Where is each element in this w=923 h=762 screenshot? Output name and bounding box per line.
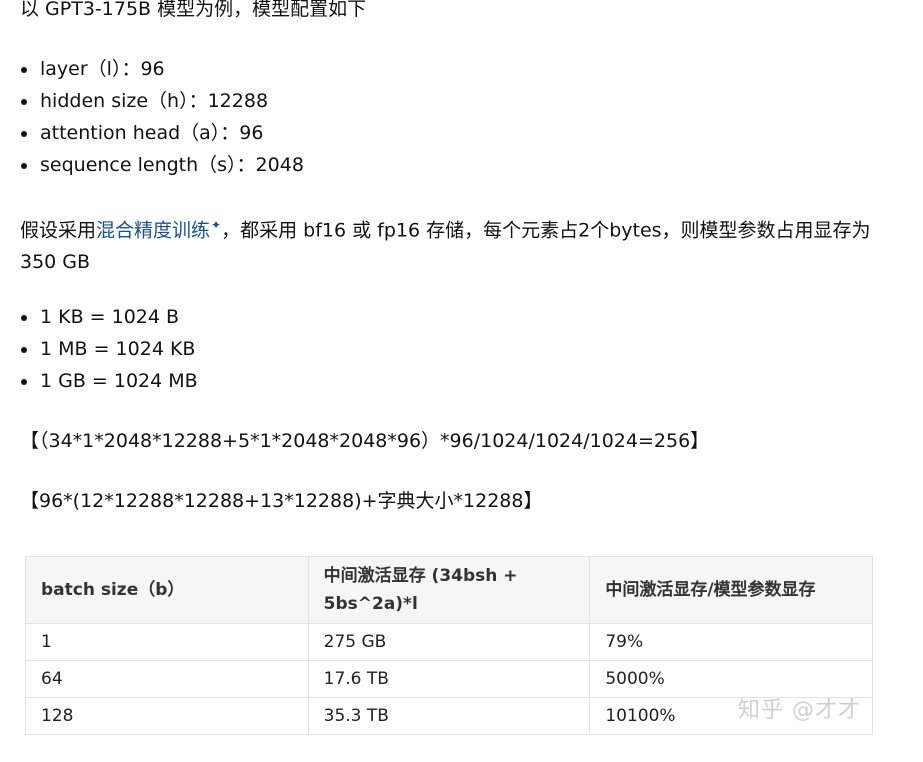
config-list: layer（l）：96 hidden size（h）：12288 attenti… [20,53,304,181]
table-cell: 64 [25,660,309,698]
bullet-icon [21,163,27,169]
list-item: 1 KB = 1024 B [20,301,198,333]
bullet-icon [21,67,27,73]
list-item-text: 1 KB = 1024 B [40,306,180,328]
list-item-text: attention head（a）：96 [40,122,264,144]
parameter-formula: 【96*(12*12288*12288+13*12288)+字典大小*12288… [20,490,543,512]
list-item-text: layer（l）：96 [40,58,165,80]
header-memory-ratio: 中间激活显存/模型参数显存 [589,556,873,624]
bullet-icon [21,315,27,321]
list-item-text: 1 MB = 1024 KB [40,338,196,360]
list-item: hidden size（h）：12288 [20,85,304,117]
bullet-icon [21,99,27,105]
table-cell: 79% [589,623,873,661]
list-item-text: sequence length（s）：2048 [40,154,304,176]
bullet-icon [21,131,27,137]
header-activation-memory: 中间激活显存 (34bsh + 5bs^2a)*l [307,556,591,624]
list-item: attention head（a）：96 [20,117,304,149]
table-cell: 275 GB [307,623,591,661]
bullet-icon [21,347,27,353]
list-item: sequence length（s）：2048 [20,149,304,181]
table-header-row: batch size（b） 中间激活显存 (34bsh + 5bs^2a)*l … [25,556,873,624]
sparkle-icon: ✦ [211,218,222,232]
zhihu-watermark: 知乎 @才才 [738,698,861,723]
list-item-text: 1 GB = 1024 MB [40,370,198,392]
mixed-precision-link[interactable]: 混合精度训练 [96,219,210,241]
intro-text: 以 GPT3-175B 模型为例，模型配置如下 [20,0,367,20]
list-item-text: hidden size（h）：12288 [40,90,269,112]
list-item: layer（l）：96 [20,53,304,85]
list-item: 1 GB = 1024 MB [20,365,198,397]
bullet-icon [21,379,27,385]
table-cell: 35.3 TB [307,697,591,735]
header-batch-size: batch size（b） [25,556,309,624]
table-row: 1 275 GB 79% [25,623,873,661]
table-cell: 1 [25,623,309,661]
unit-list: 1 KB = 1024 B 1 MB = 1024 KB 1 GB = 1024… [20,301,198,397]
activation-formula: 【（34*1*2048*12288+5*1*2048*2048*96）*96/1… [20,430,710,452]
list-item: 1 MB = 1024 KB [20,333,198,365]
table-cell: 128 [25,697,309,735]
paragraph-prefix: 假设采用 [20,219,97,242]
table-cell: 17.6 TB [307,660,591,698]
mixed-precision-paragraph: 假设采用混合精度训练✦，都采用 bf16 或 fp16 存储，每个元素占2个by… [20,209,880,278]
